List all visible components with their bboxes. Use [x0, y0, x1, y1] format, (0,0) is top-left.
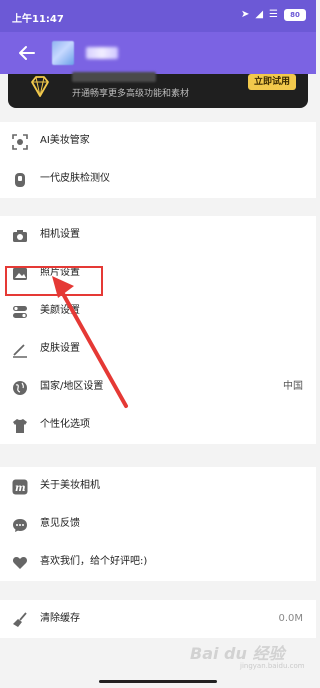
- clear-cache-row[interactable]: 清除缓存 0.0M: [0, 600, 316, 638]
- settings-group-1: AI美妆管家 一代皮肤检测仪: [0, 122, 316, 198]
- ai-scan-icon: [12, 134, 28, 150]
- feedback-label: 意见反馈: [40, 518, 80, 529]
- vip-promo-banner[interactable]: 开通畅享更多高级功能和素材 立即试用: [8, 72, 308, 108]
- skin-detector-icon: [15, 173, 25, 187]
- trial-button[interactable]: 立即试用: [248, 74, 296, 90]
- status-icons: ➤ ◢ ☰ 80: [241, 9, 306, 21]
- wifi-icon: ☰: [269, 9, 278, 20]
- rate-us-label: 喜欢我们，给个好评吧:): [40, 556, 148, 567]
- status-bar: 上午11:47 ➤ ◢ ☰ 80: [0, 0, 316, 32]
- home-indicator: [99, 680, 217, 683]
- personalization-label: 个性化选项: [40, 419, 90, 430]
- camera-settings-label: 相机设置: [40, 229, 80, 240]
- settings-group-3: m 关于美妆相机 意见反馈 喜欢我们，给个好评吧:): [0, 467, 316, 581]
- promo-description: 开通畅享更多高级功能和素材: [72, 89, 190, 99]
- diamond-icon: [31, 76, 49, 97]
- avatar[interactable]: [52, 41, 74, 65]
- skin-detector-row[interactable]: 一代皮肤检测仪: [0, 160, 316, 198]
- svg-text:m: m: [15, 483, 26, 494]
- tshirt-icon: [13, 419, 27, 433]
- app-logo-icon: m: [12, 479, 28, 495]
- skin-detector-label: 一代皮肤检测仪: [40, 173, 110, 184]
- about-label: 关于美妆相机: [40, 480, 100, 491]
- username-blurred: [86, 47, 118, 59]
- about-row[interactable]: m 关于美妆相机: [0, 467, 316, 505]
- toggle-icon: [13, 306, 27, 318]
- clear-cache-label: 清除缓存: [40, 613, 80, 624]
- rate-us-row[interactable]: 喜欢我们，给个好评吧:): [0, 543, 316, 581]
- cache-size-value: 0.0M: [278, 613, 303, 624]
- personalization-row[interactable]: 个性化选项: [0, 406, 316, 444]
- pen-icon: [13, 344, 27, 358]
- location-icon: ➤: [240, 9, 250, 20]
- ai-makeup-butler-label: AI美妆管家: [40, 135, 90, 146]
- watermark-url: jingyan.baidu.com: [240, 662, 305, 670]
- settings-group-4: 清除缓存 0.0M: [0, 600, 316, 638]
- red-arrow-annotation: [52, 276, 128, 408]
- back-arrow-icon[interactable]: [14, 40, 40, 66]
- status-time: 上午11:47: [12, 14, 64, 25]
- heart-icon: [12, 557, 28, 569]
- battery-icon: 80: [284, 9, 306, 21]
- feedback-row[interactable]: 意见反馈: [0, 505, 316, 543]
- camera-icon: [13, 230, 27, 242]
- globe-icon: [13, 381, 27, 395]
- camera-settings-row[interactable]: 相机设置: [0, 216, 316, 254]
- region-value: 中国: [283, 381, 303, 392]
- broom-icon: [13, 612, 27, 627]
- promo-title-blurred: [72, 72, 156, 82]
- chat-icon: [13, 519, 27, 532]
- watermark-logo: Bai du 经验: [190, 644, 285, 663]
- app-bar: [0, 32, 316, 74]
- signal-icon: ◢: [255, 9, 264, 20]
- ai-makeup-butler-row[interactable]: AI美妆管家: [0, 122, 316, 160]
